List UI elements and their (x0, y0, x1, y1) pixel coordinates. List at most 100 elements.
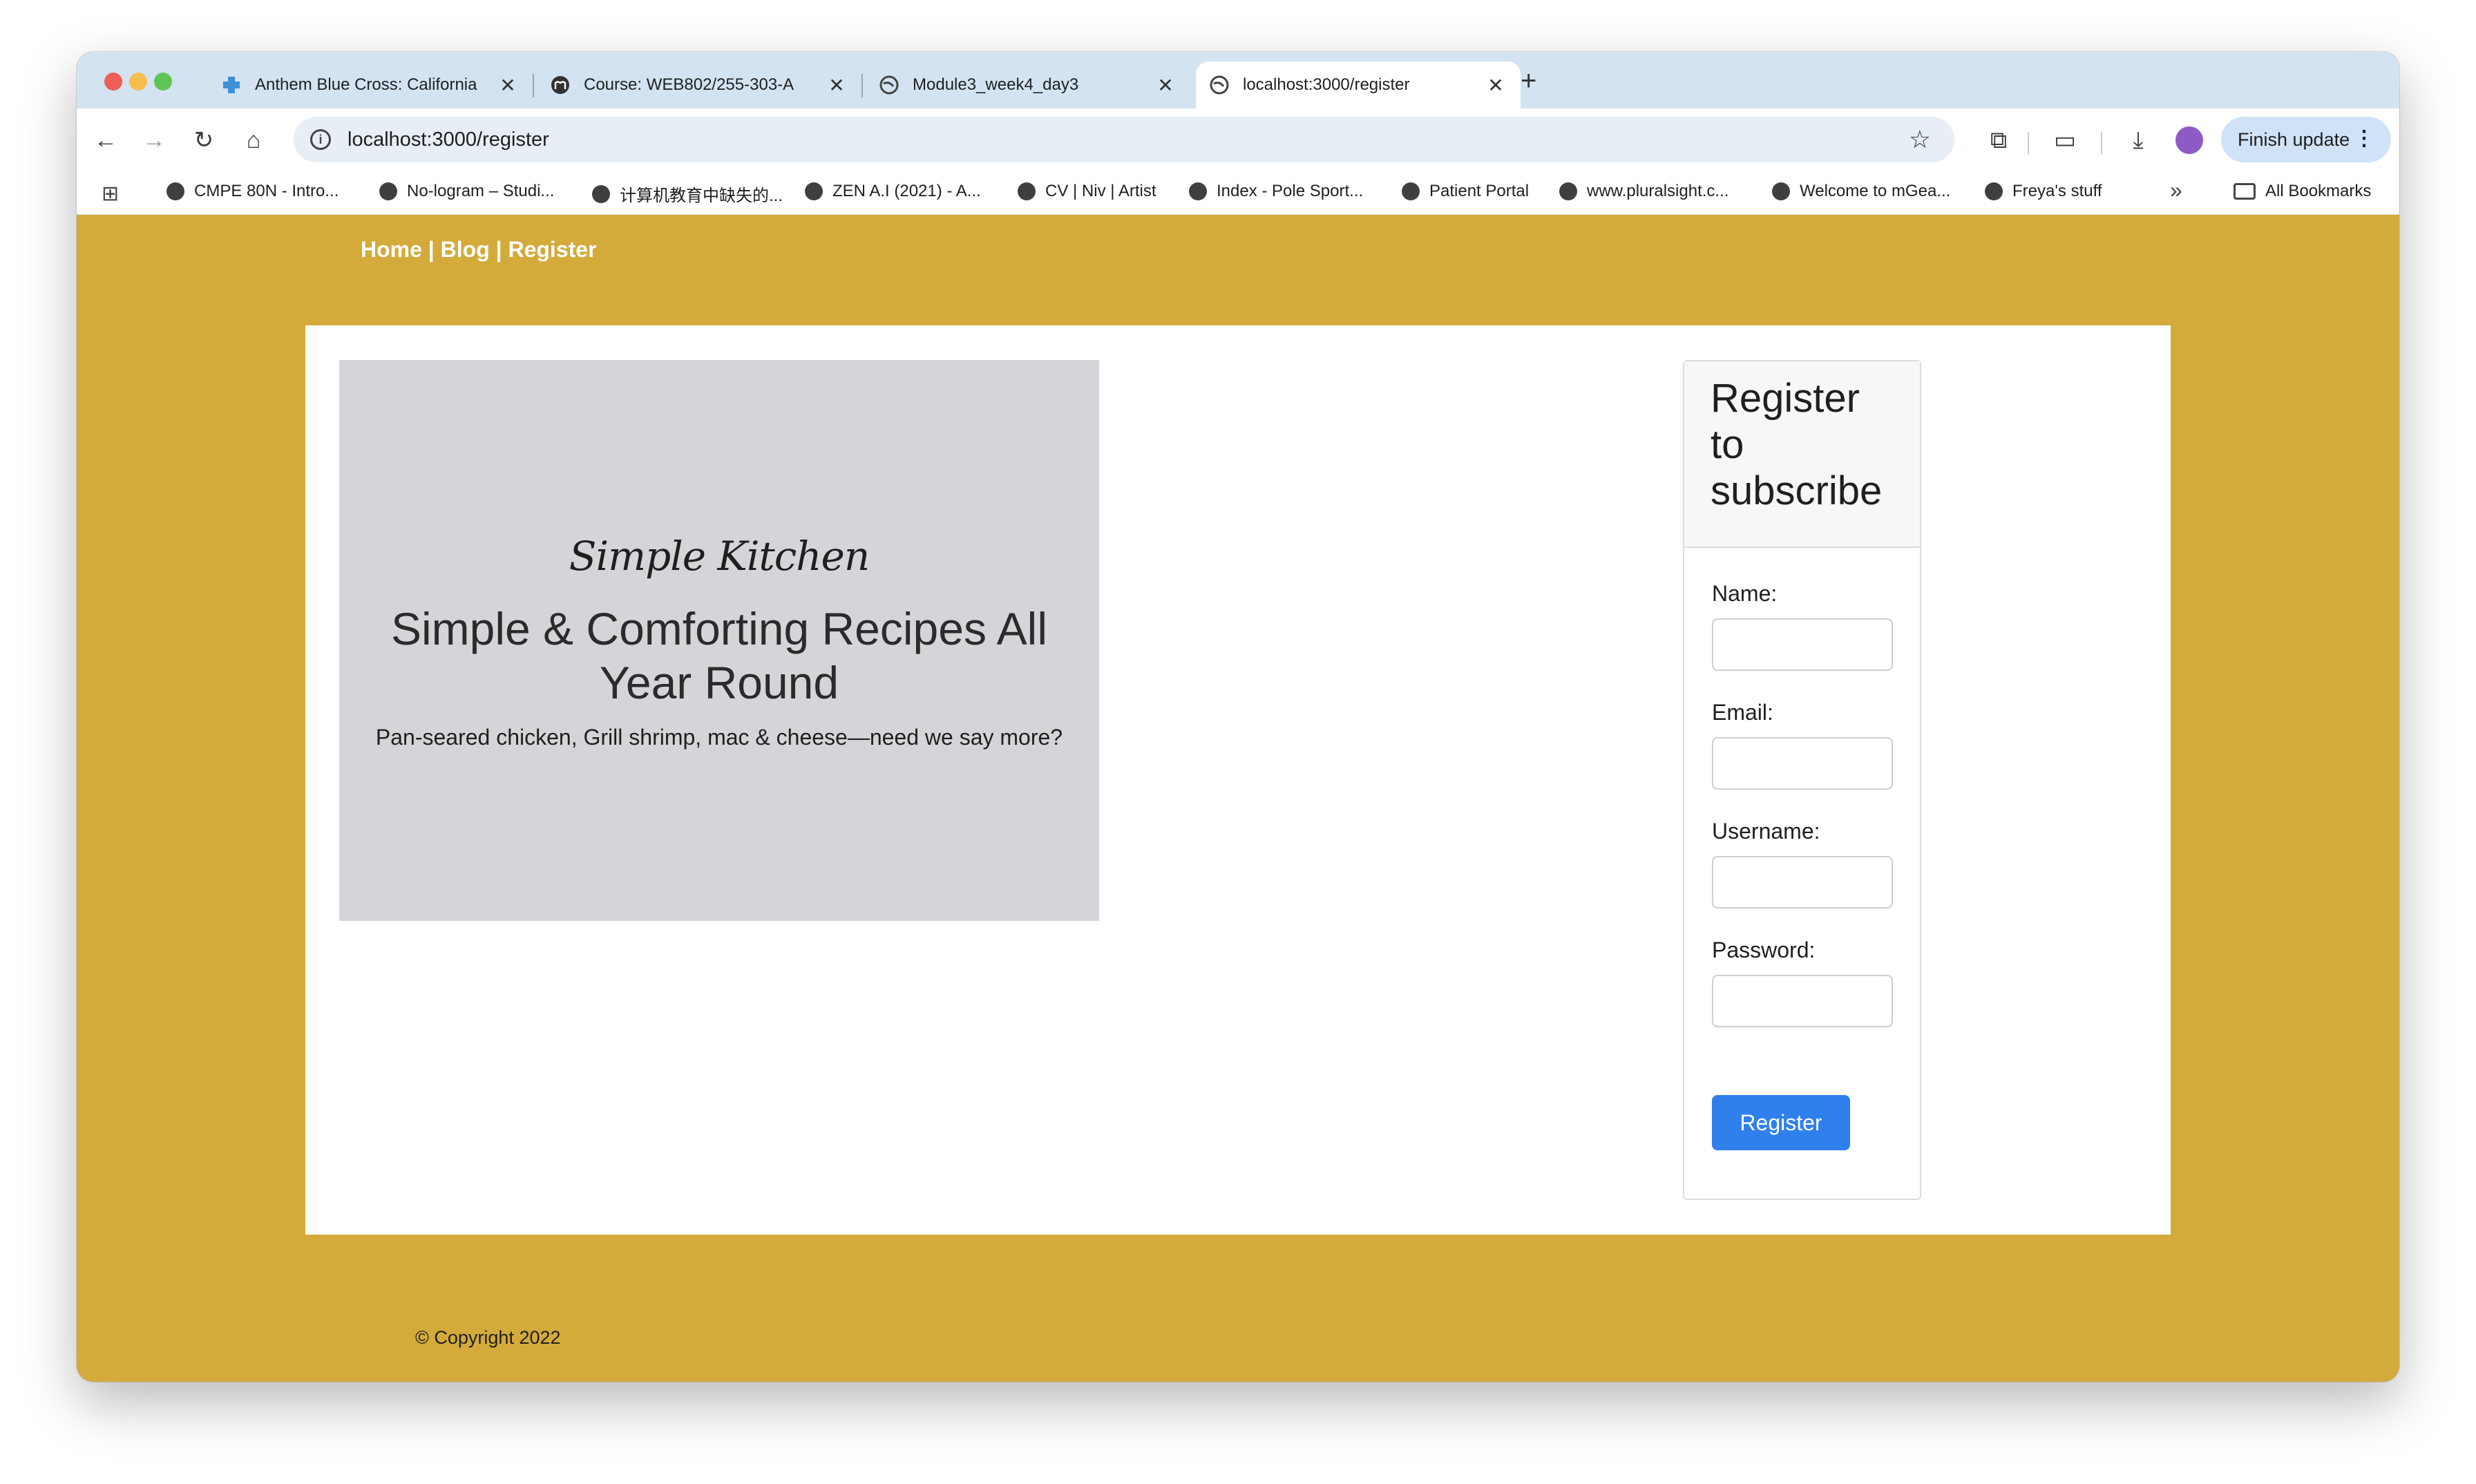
bookmark-item[interactable]: Freya's stuff (1985, 182, 2102, 201)
toolbar-divider (2028, 132, 2029, 154)
username-field[interactable] (1712, 856, 1893, 909)
hero-subtitle: Pan-seared chicken, Grill shrimp, mac & … (375, 725, 1063, 750)
apps-grid-icon[interactable]: ⊞ (102, 182, 119, 206)
profile-avatar[interactable] (2175, 126, 2203, 154)
home-icon[interactable]: ⌂ (238, 125, 269, 155)
all-bookmarks-button[interactable]: All Bookmarks (2234, 182, 2371, 201)
folder-icon (2234, 183, 2256, 200)
bookmark-label: 计算机教育中缺失的... (620, 187, 783, 205)
site-info-icon[interactable]: i (310, 129, 331, 150)
maximize-window-button[interactable] (154, 73, 172, 91)
nav-link-register[interactable]: Register (508, 237, 596, 262)
close-tab-icon[interactable]: ✕ (1485, 74, 1507, 97)
close-window-button[interactable] (104, 73, 122, 91)
tab-strip: Anthem Blue Cross: California ✕ Course: … (77, 52, 2399, 108)
main-content: Simple Kitchen Simple & Comforting Recip… (305, 325, 2171, 1235)
reload-icon[interactable]: ↻ (189, 125, 219, 155)
forward-arrow-icon[interactable]: → (139, 125, 169, 155)
bookmark-star-icon[interactable]: ☆ (1909, 125, 1931, 154)
download-icon[interactable]: ⤓ (2123, 125, 2153, 155)
url-text: localhost:3000/register (347, 128, 549, 151)
brand-script-logo: Simple Kitchen (569, 533, 870, 580)
password-label: Password: (1712, 938, 1816, 962)
tab-search-icon[interactable]: ▭ (2050, 125, 2080, 155)
anthem-favicon-icon (222, 75, 241, 95)
bookmark-item[interactable]: ZEN A.I (2021) - A... (805, 182, 981, 201)
close-tab-icon[interactable]: ✕ (826, 74, 848, 97)
back-arrow-icon[interactable]: ← (91, 125, 121, 155)
tab-title: localhost:3000/register (1243, 75, 1410, 94)
bookmark-label: Patient Portal (1429, 182, 1530, 200)
globe-icon (592, 184, 610, 203)
tab-title: Course: WEB802/255-303-A (584, 75, 794, 94)
bookmark-label: Index - Pole Sport... (1217, 182, 1364, 200)
nav-separator: | (489, 237, 508, 262)
browser-window: Anthem Blue Cross: California ✕ Course: … (77, 52, 2399, 1382)
tab-anthem[interactable]: Anthem Blue Cross: California ✕ (208, 61, 533, 108)
tab-register[interactable]: localhost:3000/register ✕ (1196, 61, 1521, 108)
register-button[interactable]: Register (1712, 1095, 1850, 1150)
bookmark-label: www.pluralsight.c... (1587, 182, 1729, 200)
extensions-icon[interactable]: ⧉ (1983, 125, 2014, 155)
tab-course[interactable]: Course: WEB802/255-303-A ✕ (537, 61, 861, 108)
page-viewport: Home | Blog | Register Simple Kitchen Si… (77, 215, 2399, 1382)
globe-icon (379, 182, 397, 200)
hero-banner: Simple Kitchen Simple & Comforting Recip… (339, 360, 1099, 921)
bookmark-item[interactable]: www.pluralsight.c... (1559, 182, 1729, 201)
nav-link-home[interactable]: Home (361, 237, 422, 262)
username-label: Username: (1712, 819, 1820, 844)
register-card-heading: Register to subscribe (1684, 361, 1920, 548)
more-bookmarks-chevron-icon[interactable]: » (2170, 178, 2182, 203)
globe-icon (1985, 182, 2003, 200)
bookmark-item[interactable]: No-logram – Studi... (379, 182, 554, 201)
more-menu-icon[interactable]: ⋮ (2354, 126, 2374, 151)
bookmark-label: Welcome to mGea... (1800, 182, 1951, 200)
all-bookmarks-label: All Bookmarks (2265, 182, 2372, 200)
finish-update-label: Finish update (2238, 129, 2350, 150)
email-field[interactable] (1712, 737, 1893, 790)
bookmark-label: CMPE 80N - Intro... (194, 182, 339, 200)
globe-icon (1772, 182, 1790, 200)
finish-update-button[interactable]: Finish update ⋮ (2221, 117, 2391, 162)
globe-icon (166, 182, 184, 200)
close-tab-icon[interactable]: ✕ (1154, 74, 1177, 97)
nav-separator: | (421, 237, 441, 262)
globe-icon (1402, 182, 1420, 200)
bookmark-item[interactable]: Index - Pole Sport... (1189, 182, 1363, 201)
footer-copyright: © Copyright 2022 (415, 1327, 561, 1348)
globe-icon (1189, 182, 1207, 200)
tab-module3[interactable]: Module3_week4_day3 ✕ (866, 61, 1190, 108)
tab-divider (861, 74, 863, 97)
bookmarks-bar: ⊞ CMPE 80N - Intro... No-logram – Studi.… (77, 172, 2399, 215)
new-tab-button[interactable]: + (1521, 66, 1536, 97)
bookmark-label: No-logram – Studi... (407, 182, 555, 200)
address-bar[interactable]: i localhost:3000/register ☆ (294, 117, 1954, 162)
email-label: Email: (1712, 700, 1773, 725)
globe-icon (879, 75, 899, 95)
bookmark-item[interactable]: CMPE 80N - Intro... (166, 182, 339, 201)
tab-title: Anthem Blue Cross: California (255, 75, 477, 94)
tab-title: Module3_week4_day3 (913, 75, 1079, 94)
close-tab-icon[interactable]: ✕ (497, 74, 519, 97)
toolbar-divider (2101, 132, 2102, 154)
password-field[interactable] (1712, 975, 1893, 1027)
globe-icon (1018, 182, 1036, 200)
site-nav: Home | Blog | Register (361, 237, 597, 263)
globe-icon (1210, 75, 1229, 95)
browser-toolbar: ← → ↻ ⌂ i localhost:3000/register ☆ ⧉ ▭ … (77, 108, 2399, 172)
bookmark-item[interactable]: Welcome to mGea... (1772, 182, 1950, 201)
moodle-favicon-icon (551, 75, 570, 95)
bookmark-label: Freya's stuff (2012, 182, 2102, 200)
globe-icon (805, 182, 823, 200)
name-label: Name: (1712, 581, 1778, 606)
register-card: Register to subscribe Name: Email: Usern… (1683, 360, 1921, 1200)
hero-title: Simple & Comforting Recipes All Year Rou… (390, 603, 1048, 708)
minimize-window-button[interactable] (129, 73, 147, 91)
bookmark-label: ZEN A.I (2021) - A... (832, 182, 981, 200)
bookmark-item[interactable]: 计算机教育中缺失的... (592, 182, 783, 206)
bookmark-item[interactable]: Patient Portal (1402, 182, 1529, 201)
tab-divider (533, 74, 534, 97)
nav-link-blog[interactable]: Blog (441, 237, 490, 262)
bookmark-item[interactable]: CV | Niv | Artist (1018, 182, 1156, 201)
name-field[interactable] (1712, 618, 1893, 671)
